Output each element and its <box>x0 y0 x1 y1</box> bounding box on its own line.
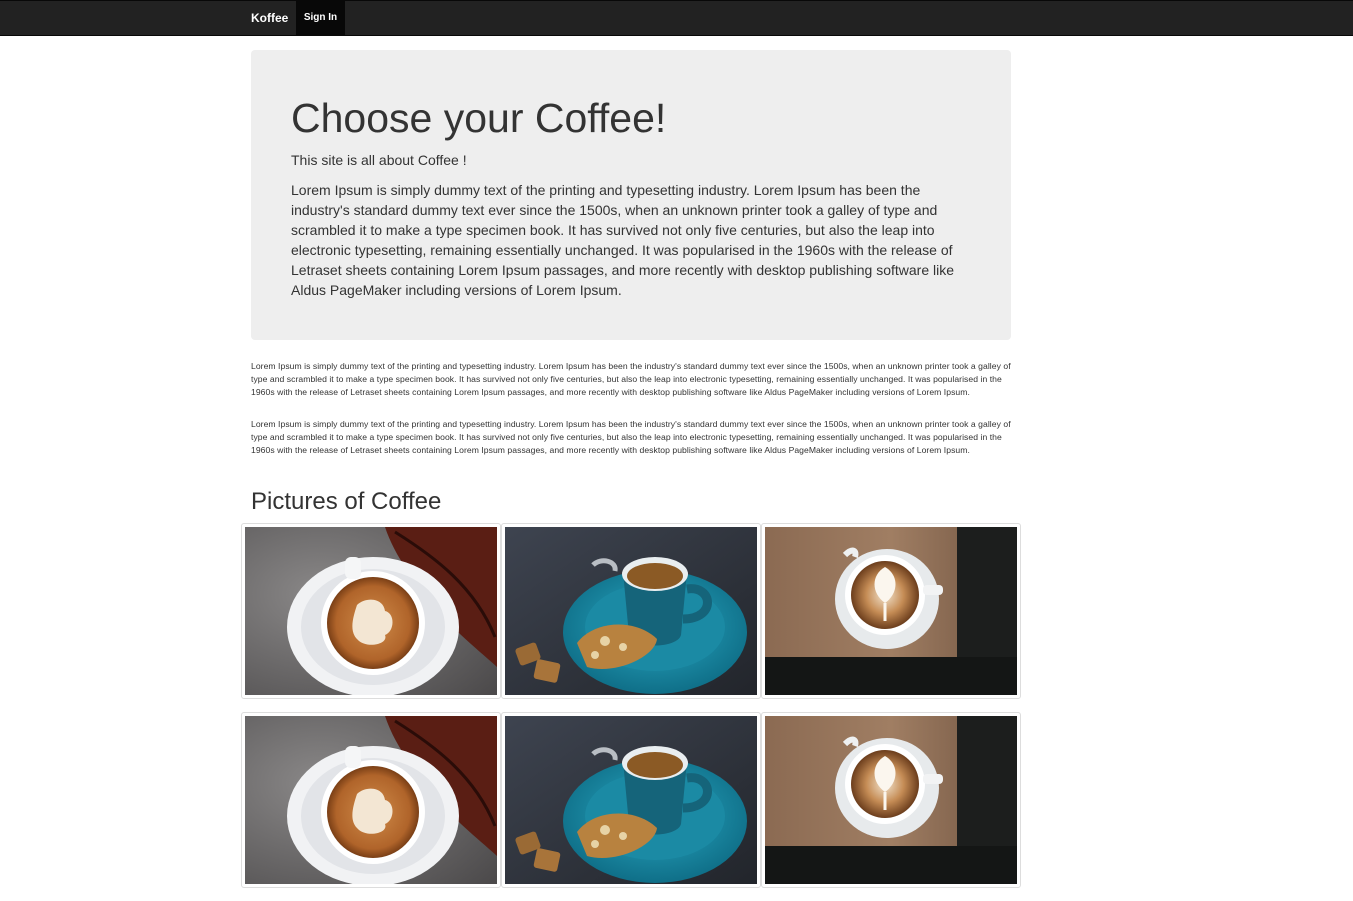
top-navbar: Koffee Sign In <box>0 0 1353 36</box>
gallery-thumbnail[interactable] <box>241 523 501 699</box>
gallery-title: Pictures of Coffee <box>251 488 442 515</box>
brand-link[interactable]: Koffee <box>251 1 288 35</box>
body-paragraph-2: Lorem Ipsum is simply dummy text of the … <box>251 419 1011 455</box>
gallery-thumbnail[interactable] <box>501 712 761 888</box>
cappuccino-on-wood-table-photo <box>765 716 1017 884</box>
gallery-thumbnail[interactable] <box>761 523 1021 699</box>
espresso-with-biscotti-photo <box>505 527 757 695</box>
gallery-thumbnail[interactable] <box>501 523 761 699</box>
jumbotron-description: Lorem Ipsum is simply dummy text of the … <box>291 182 955 298</box>
lead-text: This site is all about Coffee ! <box>291 152 467 168</box>
latte-with-autumn-leaf-photo <box>245 527 497 695</box>
gallery-thumbnail[interactable] <box>241 712 501 888</box>
espresso-with-biscotti-photo <box>505 716 757 884</box>
gallery-thumbnail[interactable] <box>761 712 1021 888</box>
jumbotron: Choose your Coffee! This site is all abo… <box>251 50 1011 340</box>
cappuccino-on-wood-table-photo <box>765 527 1017 695</box>
sign-in-button[interactable]: Sign In <box>296 1 345 35</box>
page-title: Choose your Coffee! <box>291 95 667 141</box>
latte-with-autumn-leaf-photo <box>245 716 497 884</box>
body-paragraph-1: Lorem Ipsum is simply dummy text of the … <box>251 361 1011 397</box>
